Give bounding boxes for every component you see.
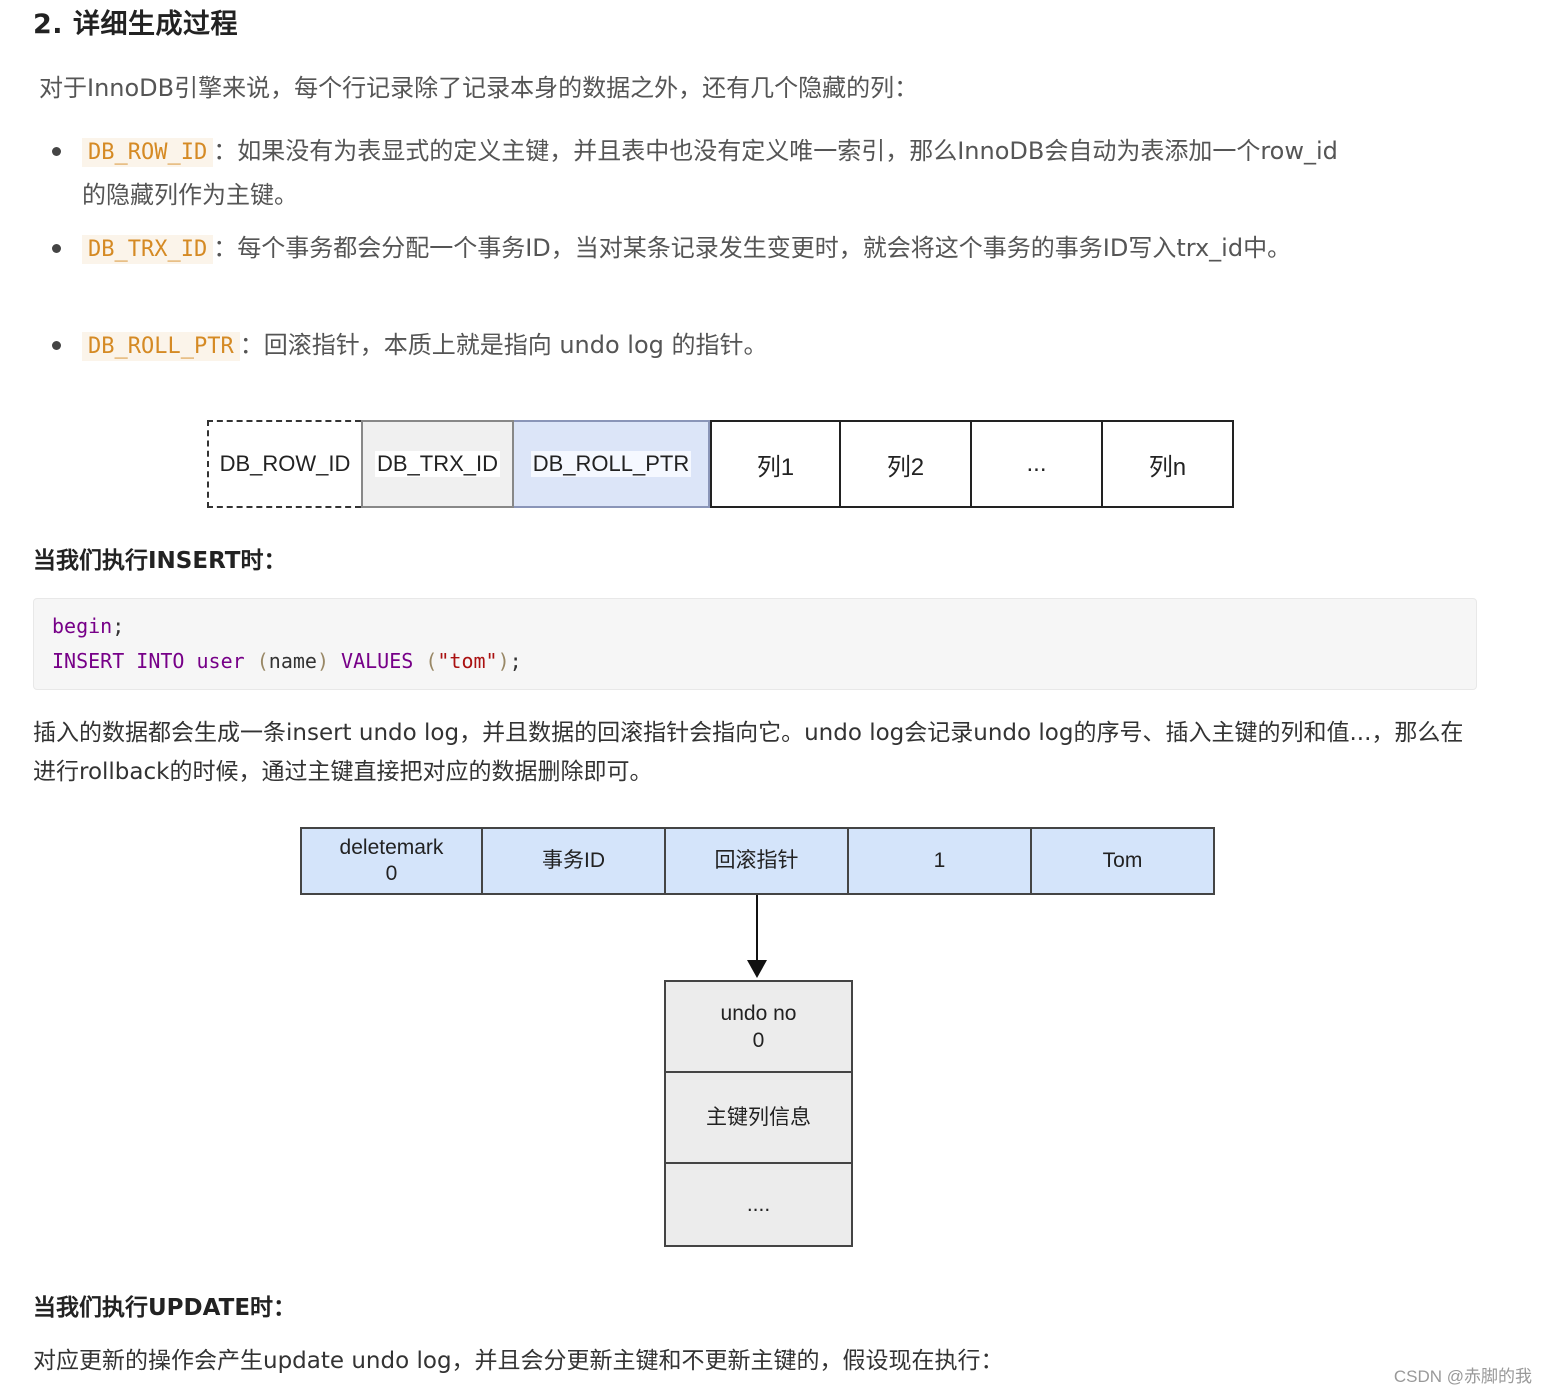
insert-paragraph: 插入的数据都会生成一条insert undo log，并且数据的回滚指针会指向它… <box>33 720 1464 785</box>
bullet-dot-icon <box>52 341 61 350</box>
code-line: INSERT INTO user (name) VALUES ("tom"); <box>52 649 522 673</box>
diagram-cell-column: 列1 <box>710 420 841 508</box>
diagram-cell-column: 列2 <box>841 420 972 508</box>
record-cell-trx-id: 事务ID <box>483 827 666 895</box>
undo-cell-primary-key: 主键列信息 <box>664 1073 853 1164</box>
list-item-text: ：每个事务都会分配一个事务ID，当对某条记录发生变更时，就会将这个事务的事务ID… <box>213 234 1292 262</box>
record-cell-id: 1 <box>849 827 1032 895</box>
pointer-arrow-line <box>756 895 758 965</box>
code-block: begin; INSERT INTO user (name) VALUES ("… <box>33 598 1477 690</box>
diagram-cell-column: 列n <box>1103 420 1234 508</box>
insert-subheading: 当我们执行INSERT时： <box>33 548 287 574</box>
record-cell-name: Tom <box>1032 827 1215 895</box>
record-cell-roll-ptr: 回滚指针 <box>666 827 849 895</box>
list-item-text: ：回滚指针，本质上就是指向 undo log 的指针。 <box>239 331 768 359</box>
intro-text: 对于InnoDB引擎来说，每个行记录除了记录本身的数据之外，还有几个隐藏的列： <box>39 74 919 102</box>
diagram-cell-db-roll-ptr: DB_ROLL_PTR <box>514 420 710 508</box>
update-subheading: 当我们执行UPDATE时： <box>33 1295 297 1321</box>
insert-record-diagram: deletemark 0 事务ID 回滚指针 1 Tom <box>300 827 1215 895</box>
inline-code: DB_TRX_ID <box>82 235 214 264</box>
code-line: begin; <box>52 614 125 638</box>
list-item-text: ：如果没有为表显式的定义主键，并且表中也没有定义唯一索引，那么InnoDB会自动… <box>82 137 1338 209</box>
undo-log-diagram: undo no 0 主键列信息 .... <box>664 980 853 1247</box>
diagram-cell-db-trx-id: DB_TRX_ID <box>361 420 514 508</box>
undo-cell-undo-no: undo no 0 <box>664 980 853 1073</box>
record-cell-deletemark: deletemark 0 <box>300 827 483 895</box>
diagram-cell-column: ... <box>972 420 1103 508</box>
bullet-dot-icon <box>52 244 61 253</box>
inline-code: DB_ROW_ID <box>82 138 214 167</box>
diagram-cell-db-row-id: DB_ROW_ID <box>207 420 361 508</box>
bullet-dot-icon <box>52 147 61 156</box>
arrow-down-icon <box>747 960 767 978</box>
row-structure-diagram: DB_ROW_ID DB_TRX_ID DB_ROLL_PTR 列1 列2 ..… <box>207 420 1234 508</box>
inline-code: DB_ROLL_PTR <box>82 332 240 361</box>
undo-cell-more: .... <box>664 1164 853 1247</box>
watermark: CSDN @赤脚的我 <box>1393 1367 1532 1386</box>
section-heading: 2. 详细生成过程 <box>33 9 238 40</box>
update-paragraph: 对应更新的操作会产生update undo log，并且会分更新主键和不更新主键… <box>33 1348 1004 1374</box>
